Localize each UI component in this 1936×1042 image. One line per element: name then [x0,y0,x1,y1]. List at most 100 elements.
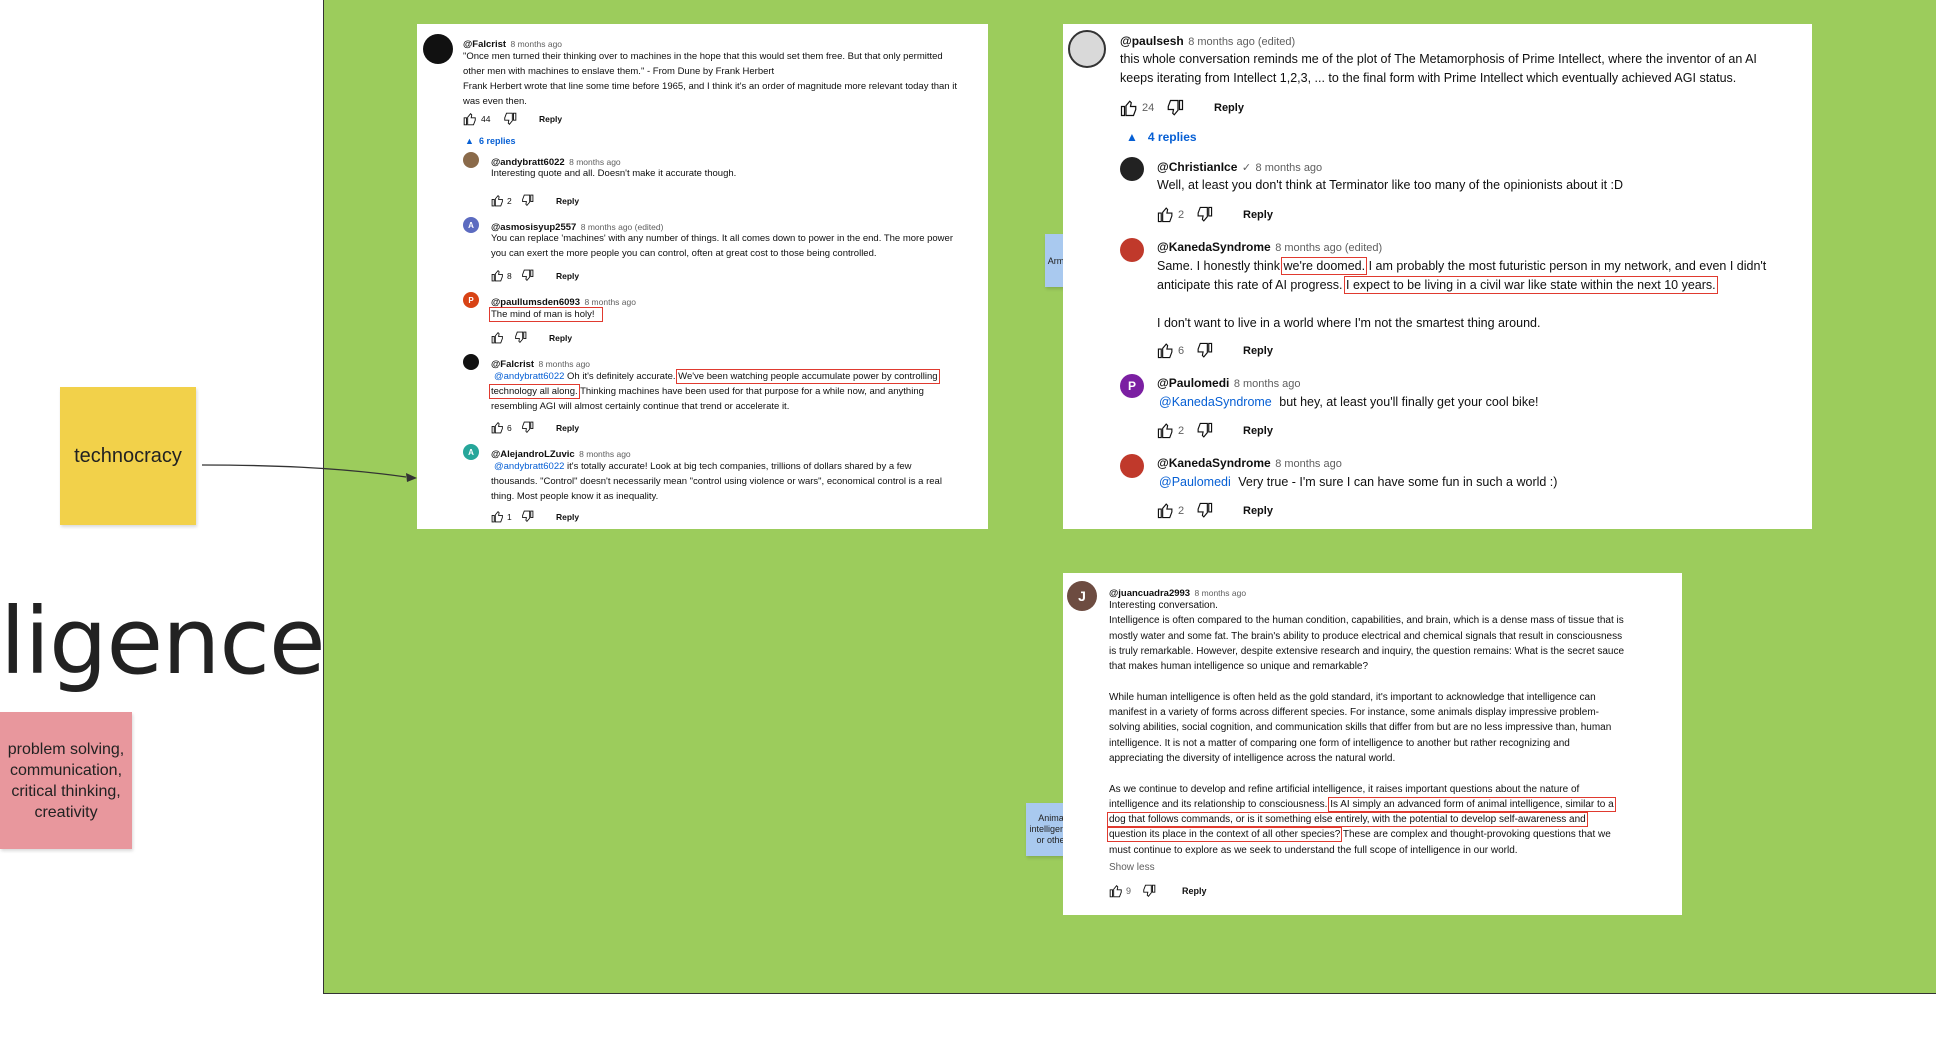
mention-link[interactable]: @andybratt6022 [494,371,564,382]
avatar[interactable]: A [463,444,479,460]
avatar[interactable] [463,152,479,168]
text-line: intelligence. It is not a matter of comp… [1109,737,1570,749]
comment-time: 8 months ago (edited) [1188,36,1296,48]
avatar[interactable]: P [463,292,479,308]
connector-arrow[interactable] [196,455,422,485]
comment-author[interactable]: @paulsesh [1120,34,1184,48]
dislike-icon[interactable] [1142,884,1156,898]
chevron-up-icon: ▲ [465,136,474,146]
dislike-icon[interactable] [1166,99,1184,117]
like-icon[interactable] [1157,502,1174,519]
reply-author[interactable]: @KanedaSyndrome [1157,456,1271,470]
text-line: @andybratt6022 Oh it's definitely accura… [491,369,981,384]
like-icon[interactable] [491,421,504,434]
like-icon[interactable] [1157,206,1174,223]
like-count: 2 [1178,424,1185,437]
replies-toggle[interactable]: ▲ 4 replies [1126,130,1197,144]
dislike-icon[interactable] [1196,502,1213,519]
like-icon[interactable] [491,510,504,523]
reply-text: Same. I honestly think we're doomed. I a… [1157,257,1807,333]
reply-button[interactable]: Reply [556,196,579,206]
mention-link[interactable]: @KanedaSyndrome [1159,395,1272,409]
like-icon[interactable] [1109,884,1123,898]
text-line: thing. Most people know it as inequality… [491,491,659,502]
reply-button[interactable]: Reply [556,271,579,281]
dislike-icon[interactable] [1196,206,1213,223]
avatar[interactable] [463,354,479,370]
reply-button[interactable]: Reply [539,114,562,124]
avatar[interactable] [1120,454,1144,478]
text-line: manifest in a variety of forms across di… [1109,707,1600,719]
avatar[interactable] [423,34,453,64]
highlighted-quote: we're doomed. [1281,257,1368,275]
text-span: These are complex and thought-provoking … [1342,829,1611,841]
mention-link[interactable]: @andybratt6022 [494,461,564,472]
reply-header: @Paulomedi 8 months ago [1157,374,1301,392]
like-icon[interactable] [491,194,504,207]
reply-button[interactable]: Reply [1243,425,1273,437]
text-line: other men with machines to enslave them.… [463,66,775,77]
show-less-link[interactable]: Show less [1109,860,1679,875]
dislike-icon[interactable] [521,269,534,282]
sticky-line: problem solving, [7,740,125,758]
sticky-note-skills[interactable]: problem solving, communication, critical… [0,712,132,849]
text-line: is truly remarkable. However, despite ex… [1109,645,1625,657]
dislike-icon[interactable] [521,510,534,523]
reply-author[interactable]: @ChristianIce [1157,160,1237,174]
like-icon[interactable] [491,269,504,282]
like-icon[interactable] [491,331,504,344]
reply-button[interactable]: Reply [1214,102,1244,114]
avatar[interactable]: A [463,217,479,233]
dislike-icon[interactable] [514,331,527,344]
verified-icon: ✓ [1241,162,1252,174]
whiteboard-canvas: ligence? technocracy problem solving, co… [0,0,1936,1042]
text-span: but hey, at least you'll finally get you… [1279,395,1539,409]
text-span: Same. I honestly think [1157,259,1280,273]
avatar[interactable] [1068,30,1106,68]
like-count: 2 [1178,504,1185,517]
reply-button[interactable]: Reply [1243,209,1273,221]
dislike-icon[interactable] [521,421,534,434]
like-count: 44 [481,114,491,124]
replies-toggle[interactable]: ▲ 6 replies [465,136,515,146]
reply-time: 8 months ago [584,297,636,307]
reply-button[interactable]: Reply [556,512,579,522]
highlighted-quote: dog that follows commands, or is it some… [1107,812,1588,828]
highlighted-quote: technology all along. [489,384,580,399]
reply-button[interactable]: Reply [556,423,579,433]
text-line: I don't want to live in a world where I'… [1157,316,1541,330]
like-icon[interactable] [463,112,477,126]
avatar[interactable] [1120,238,1144,262]
like-icon[interactable] [1120,99,1138,117]
text-line: As we continue to develop and refine art… [1109,783,1580,795]
highlighted-quote: question its place in the context of all… [1106,827,1343,843]
avatar[interactable]: P [1120,374,1144,398]
dislike-icon[interactable] [1196,422,1213,439]
comment-time: 8 months ago [510,39,563,49]
text-span: Oh it's definitely accurate. [567,371,676,382]
text-line: @andybratt6022 it's totally accurate! Lo… [491,459,981,474]
reply-button[interactable]: Reply [1243,505,1273,517]
dislike-icon[interactable] [521,194,534,207]
sticky-line: critical thinking, [11,782,121,800]
reply-button[interactable]: Reply [1182,886,1207,896]
comment-screenshot-paulsesh[interactable]: @paulsesh 8 months ago (edited) this who… [1063,24,1812,529]
comment-screenshot-falcrist[interactable]: @Falcrist 8 months ago "Once men turned … [417,24,988,529]
reply-button[interactable]: Reply [1243,345,1273,357]
reply-author[interactable]: @KanedaSyndrome [1157,240,1271,254]
reply-button[interactable]: Reply [549,333,572,343]
comment-screenshot-juancuadra[interactable]: J @juancuadra2993 8 months ago Interesti… [1063,573,1682,915]
avatar[interactable]: J [1067,581,1097,611]
dislike-icon[interactable] [503,112,517,126]
reply-actions: 2 Reply [1157,502,1273,519]
avatar[interactable] [1120,157,1144,181]
reply-author[interactable]: @Paulomedi [1157,376,1229,390]
mention-link[interactable]: @Paulomedi [1159,475,1231,489]
like-icon[interactable] [1157,422,1174,439]
like-count: 2 [1178,208,1185,221]
comment-actions: 9 Reply [1109,884,1207,898]
like-icon[interactable] [1157,342,1174,359]
text-line: appreciating the diversity of intelligen… [1109,752,1396,764]
sticky-note-technocracy[interactable]: technocracy [60,387,196,525]
dislike-icon[interactable] [1196,342,1213,359]
